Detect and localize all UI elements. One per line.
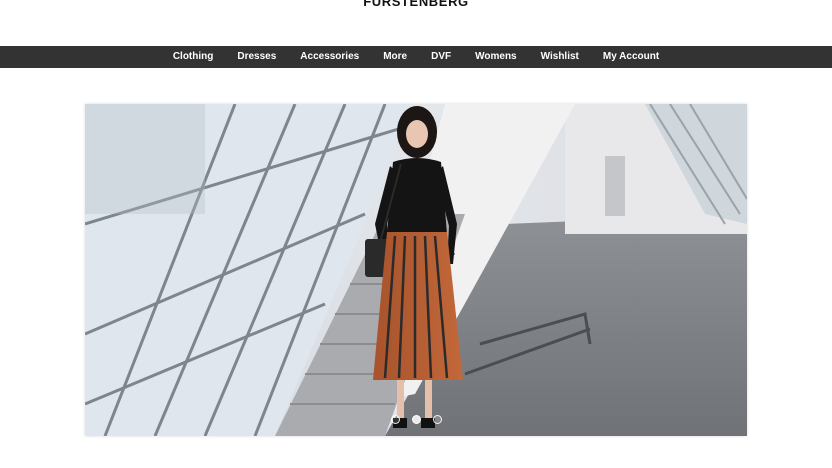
nav-item-more[interactable]: More (371, 46, 419, 68)
nav-item-dresses[interactable]: Dresses (225, 46, 288, 68)
main-navbar: Clothing Dresses Accessories More DVF Wo… (0, 46, 832, 68)
carousel-dot-1[interactable] (390, 415, 400, 424)
carousel-dot-2[interactable] (411, 415, 421, 424)
carousel-dot-3[interactable] (432, 415, 442, 424)
nav-item-dvf[interactable]: DVF (419, 46, 463, 68)
brand-logo[interactable]: FURSTENBERG (0, 0, 832, 9)
hero-carousel[interactable] (85, 104, 747, 436)
nav-item-wishlist[interactable]: Wishlist (529, 46, 591, 68)
carousel-indicators (85, 415, 747, 424)
nav-item-accessories[interactable]: Accessories (288, 46, 371, 68)
nav-item-clothing[interactable]: Clothing (161, 46, 226, 68)
hero-slide-image (85, 104, 747, 436)
nav-item-womens[interactable]: Womens (463, 46, 529, 68)
nav-item-my-account[interactable]: My Account (591, 46, 671, 68)
